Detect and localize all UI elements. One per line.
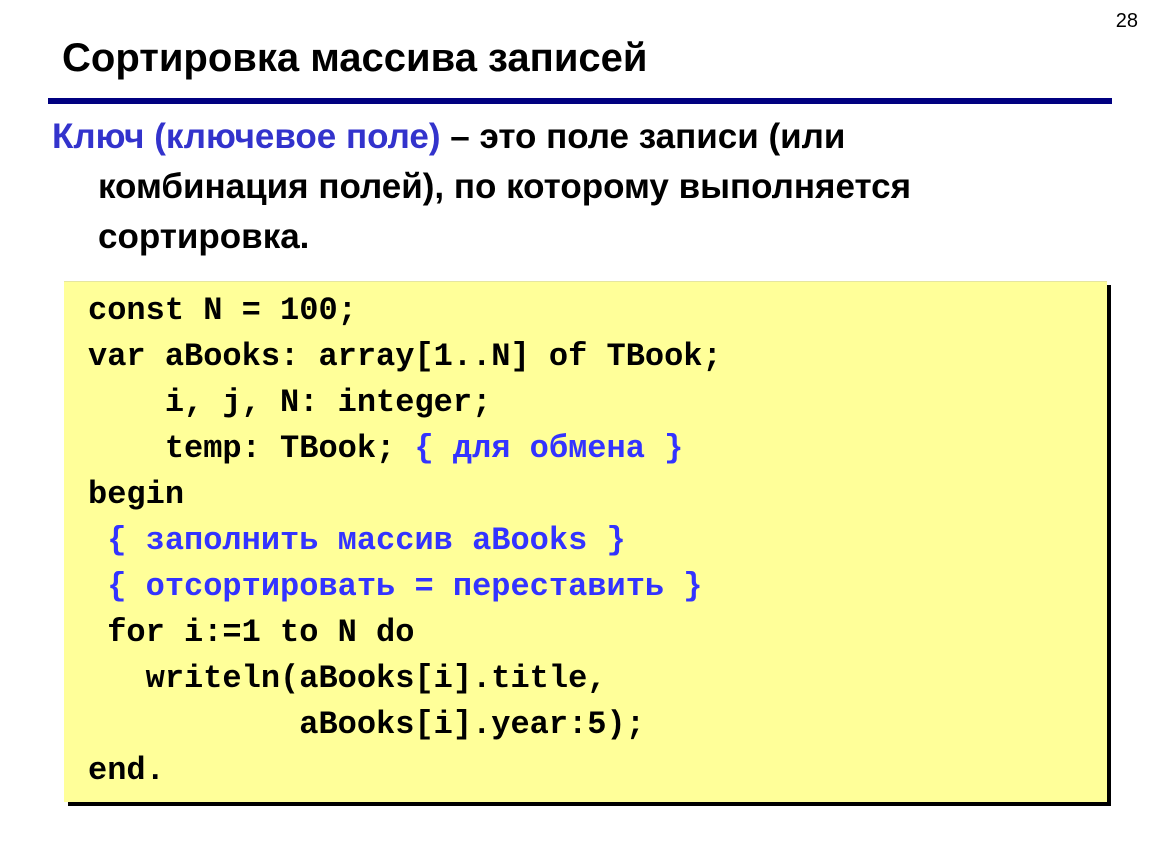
code-line: for i:=1 to N do [88, 610, 722, 656]
code-text: i, j, N: integer; [88, 384, 492, 421]
code-comment: { для обмена } [414, 430, 684, 467]
code-line: writeln(aBooks[i].title, [88, 656, 722, 702]
code-listing: const N = 100; var aBooks: array[1..N] of… [88, 288, 722, 794]
code-box: const N = 100; var aBooks: array[1..N] of… [64, 281, 1107, 802]
code-comment: { заполнить массив aBooks } [107, 522, 626, 559]
slide-title: Сортировка массива записей [62, 36, 648, 80]
definition-text-1: – это поле записи (или [440, 117, 846, 156]
page-number: 28 [1115, 10, 1138, 32]
code-text: const N = 100; [88, 292, 357, 329]
code-text: for i:=1 to N do [88, 614, 415, 651]
definition-text-3: сортировка. [98, 217, 310, 256]
code-line: const N = 100; [88, 288, 722, 334]
code-line: begin [88, 472, 722, 518]
code-text: end. [88, 752, 165, 789]
code-line: end. [88, 748, 722, 794]
code-text: aBooks[i].year:5); [88, 706, 645, 743]
code-line: aBooks[i].year:5); [88, 702, 722, 748]
definition-paragraph: Ключ (ключевое поле) – это поле записи (… [52, 112, 1092, 262]
code-line: { заполнить массив aBooks } [88, 518, 722, 564]
code-text: var aBooks: array[1..N] of TBook; [88, 338, 722, 375]
code-line: { отсортировать = переставить } [88, 564, 722, 610]
code-text: temp: TBook; [88, 430, 415, 467]
code-text: writeln(aBooks[i].title, [88, 660, 607, 697]
key-term: Ключ (ключевое поле) [52, 117, 441, 156]
code-line: temp: TBook; { для обмена } [88, 426, 722, 472]
code-comment: { отсортировать = переставить } [107, 568, 703, 605]
code-line: var aBooks: array[1..N] of TBook; [88, 334, 722, 380]
code-text: begin [88, 476, 185, 513]
code-line: i, j, N: integer; [88, 380, 722, 426]
title-rule [48, 98, 1112, 104]
definition-text-2: комбинация полей), по которому выполняет… [98, 167, 912, 206]
